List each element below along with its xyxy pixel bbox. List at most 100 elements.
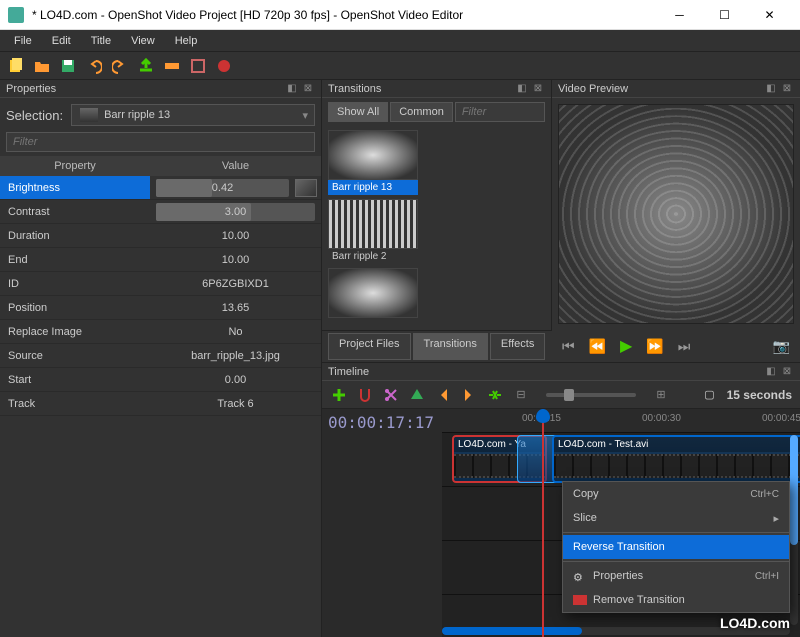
next-marker-button[interactable] (460, 386, 478, 404)
property-value[interactable]: 0.00 (150, 374, 321, 386)
zoom-label: 15 seconds (727, 388, 792, 402)
timeline-clip[interactable]: LO4D.com - Test.avi (552, 435, 800, 483)
property-value[interactable]: 3.00 (150, 203, 321, 221)
timeline-ruler[interactable]: 00:00:15 00:00:30 00:00:45 (442, 409, 800, 433)
transition-thumb (328, 130, 418, 180)
properties-table: Property Value Brightness0.42Contrast3.0… (0, 156, 321, 637)
property-value[interactable]: 10.00 (150, 230, 321, 242)
prop-header-property[interactable]: Property (0, 160, 150, 172)
panel-close-icon[interactable]: ⊠ (531, 82, 545, 96)
menu-view[interactable]: View (121, 32, 165, 50)
context-menu-item[interactable]: Remove Transition (563, 588, 789, 612)
property-name: Duration (0, 224, 150, 247)
menu-help[interactable]: Help (165, 32, 208, 50)
tab-show-all[interactable]: Show All (328, 102, 388, 122)
video-preview[interactable] (558, 104, 794, 324)
property-row[interactable]: Position13.65 (0, 296, 321, 320)
profile-button[interactable] (162, 56, 182, 76)
add-marker-button[interactable] (408, 386, 426, 404)
context-menu-item[interactable]: CopyCtrl+C (563, 482, 789, 506)
jump-start-button[interactable]: ⏮ (562, 338, 575, 355)
zoom-slider[interactable] (546, 393, 636, 397)
transition-item[interactable]: Barr ripple 2 (328, 199, 418, 264)
snap-button[interactable] (356, 386, 374, 404)
timeline-panel-header: Timeline ◧ ⊠ (322, 363, 800, 381)
prop-header-value[interactable]: Value (150, 160, 321, 172)
razor-button[interactable] (382, 386, 400, 404)
add-track-button[interactable] (330, 386, 348, 404)
menu-title[interactable]: Title (81, 32, 121, 50)
transitions-list: Barr ripple 13Barr ripple 2 (322, 126, 551, 330)
keyframe-swatch[interactable] (295, 179, 317, 197)
selection-thumb-icon (80, 108, 98, 122)
gear-icon: ⚙ (573, 571, 587, 581)
forward-button[interactable]: ⏩ (646, 338, 663, 355)
save-button[interactable] (58, 56, 78, 76)
close-button[interactable]: ✕ (747, 1, 792, 29)
property-value[interactable]: 0.42 (150, 179, 295, 197)
panel-float-icon[interactable]: ◧ (764, 82, 778, 96)
tab-effects[interactable]: Effects (490, 333, 545, 360)
property-value[interactable]: barr_ripple_13.jpg (150, 350, 321, 362)
timeline-vscroll[interactable] (790, 435, 798, 625)
undo-button[interactable] (84, 56, 104, 76)
fullscreen-button[interactable] (188, 56, 208, 76)
property-row[interactable]: End10.00 (0, 248, 321, 272)
properties-filter-input[interactable] (6, 132, 315, 152)
open-button[interactable] (32, 56, 52, 76)
redo-button[interactable] (110, 56, 130, 76)
panel-float-icon[interactable]: ◧ (515, 82, 529, 96)
preview-panel-header: Video Preview ◧ ⊠ (552, 80, 800, 98)
context-menu-item[interactable]: Reverse Transition (563, 535, 789, 559)
export-button[interactable] (214, 56, 234, 76)
property-value[interactable]: 10.00 (150, 254, 321, 266)
panel-float-icon[interactable]: ◧ (285, 82, 299, 96)
tab-transitions[interactable]: Transitions (413, 333, 488, 360)
transitions-filter-input[interactable] (455, 102, 545, 122)
property-row[interactable]: Duration10.00 (0, 224, 321, 248)
property-row[interactable]: TrackTrack 6 (0, 392, 321, 416)
track-row[interactable]: Track 6 LO4D.com - Ya LO4D.com - Test.av… (442, 433, 800, 487)
main-toolbar (0, 52, 800, 80)
transition-thumb (328, 268, 418, 318)
property-row[interactable]: Brightness0.42 (0, 176, 321, 200)
panel-close-icon[interactable]: ⊠ (301, 82, 315, 96)
property-row[interactable]: Start0.00 (0, 368, 321, 392)
menu-edit[interactable]: Edit (42, 32, 81, 50)
panel-float-icon[interactable]: ◧ (764, 365, 778, 379)
maximize-button[interactable]: ☐ (702, 1, 747, 29)
property-row[interactable]: Replace ImageNo (0, 320, 321, 344)
snapshot-button[interactable]: 📷 (773, 338, 790, 355)
property-row[interactable]: Sourcebarr_ripple_13.jpg (0, 344, 321, 368)
context-menu-item[interactable]: Slice▸ (563, 506, 789, 530)
zoom-in-button[interactable]: ⊞ (652, 386, 670, 404)
transition-item[interactable] (328, 268, 418, 322)
minimize-button[interactable]: ─ (657, 1, 702, 29)
app-icon (8, 7, 24, 23)
rewind-button[interactable]: ⏪ (589, 338, 606, 355)
property-value[interactable]: No (150, 326, 321, 338)
jump-end-button[interactable]: ⏭ (678, 338, 691, 355)
play-button[interactable]: ▶ (620, 336, 632, 356)
property-value[interactable]: Track 6 (150, 398, 321, 410)
panel-close-icon[interactable]: ⊠ (780, 82, 794, 96)
import-button[interactable] (136, 56, 156, 76)
property-row[interactable]: Contrast3.00 (0, 200, 321, 224)
selection-combo[interactable]: Barr ripple 13 (71, 104, 315, 126)
properties-panel-header: Properties ◧ ⊠ (0, 80, 321, 98)
playhead[interactable] (542, 409, 544, 637)
property-value[interactable]: 6P6ZGBIXD1 (150, 278, 321, 290)
prev-marker-button[interactable] (434, 386, 452, 404)
tab-project-files[interactable]: Project Files (328, 333, 411, 360)
zoom-out-button[interactable]: ⊟ (512, 386, 530, 404)
property-row[interactable]: ID6P6ZGBIXD1 (0, 272, 321, 296)
transition-item[interactable]: Barr ripple 13 (328, 130, 418, 195)
center-playhead-button[interactable] (486, 386, 504, 404)
new-project-button[interactable] (6, 56, 26, 76)
context-menu-item[interactable]: ⚙PropertiesCtrl+I (563, 564, 789, 588)
menu-file[interactable]: File (4, 32, 42, 50)
timecode-display: 00:00:17:17 (328, 413, 434, 432)
property-value[interactable]: 13.65 (150, 302, 321, 314)
tab-common[interactable]: Common (390, 102, 453, 122)
panel-close-icon[interactable]: ⊠ (780, 365, 794, 379)
